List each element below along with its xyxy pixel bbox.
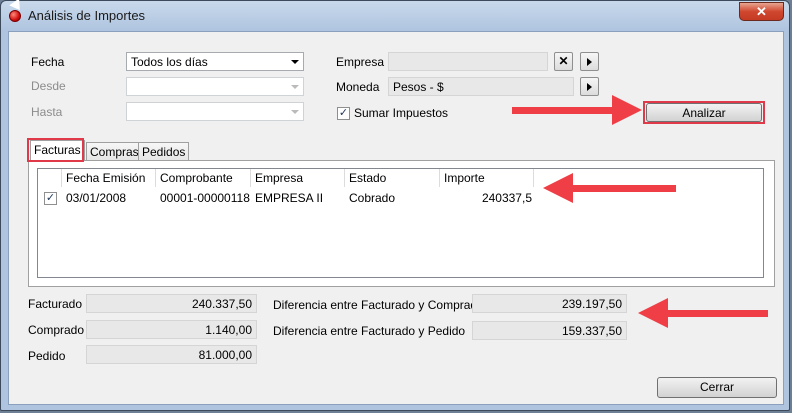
pedido-label: Pedido [28,349,66,363]
diferencia-comprado-value: 239.197,50 [472,294,627,313]
pedido-value: 81.000,00 [86,345,257,364]
tab-compras[interactable]: Compras [86,142,143,160]
app-window: Análisis de Importes ✕ Fecha Todos los d… [0,0,790,411]
analizar-button[interactable]: Analizar [646,103,762,122]
arrow-head [612,95,642,125]
moneda-value: Pesos - $ [393,80,444,94]
empresa-select-button[interactable] [580,52,599,71]
fecha-value: Todos los días [131,55,208,69]
close-icon: ✕ [756,4,767,19]
facturas-tab-highlight [27,138,84,162]
diferencia-pedido-value: 159.337,50 [472,321,627,340]
arrow-shaft [668,310,768,317]
desde-date-picker[interactable] [126,77,304,96]
sumar-impuestos-checkbox[interactable]: ✓ [337,107,350,120]
column-header-importe[interactable]: Importe [440,169,534,187]
check-icon: ✓ [338,107,349,119]
close-icon: ✕ [558,54,569,68]
cerrar-button[interactable]: Cerrar [657,377,777,398]
dialog-client-area: Fecha Todos los días Desde Hasta Empresa… [8,31,784,405]
annotation-arrow-left-summary [638,298,768,330]
arrow-head [543,173,573,203]
sumar-impuestos-label: Sumar Impuestos [354,106,449,120]
chevron-down-icon [291,85,299,89]
diferencia-comprado-label: Diferencia entre Facturado y Comprado [273,298,484,312]
cell-fecha-emision: 03/01/2008 [66,191,127,205]
chevron-down-icon [291,60,299,64]
play-arrow-icon [587,58,592,66]
moneda-field[interactable]: Pesos - $ [388,77,574,96]
column-header-estado[interactable]: Estado [345,169,440,187]
column-header-empresa[interactable]: Empresa [251,169,345,187]
cell-estado: Cobrado [349,191,396,205]
fecha-label: Fecha [31,55,65,69]
cell-comprobante: 00001-00000118 [160,191,250,205]
column-header-check[interactable] [38,169,62,187]
check-icon: ✓ [45,192,56,204]
chevron-down-icon [291,110,299,114]
hasta-date-picker[interactable] [126,102,304,121]
cell-empresa: EMPRESA II [255,191,324,205]
row-checkbox[interactable]: ✓ [44,192,57,205]
moneda-label: Moneda [336,80,380,94]
play-arrow-icon [587,83,592,91]
annotation-arrow-right [512,95,642,127]
desde-label: Desde [31,79,66,93]
empresa-label: Empresa [336,55,385,69]
close-window-button[interactable]: ✕ [739,2,784,21]
facturado-label: Facturado [28,297,83,311]
facturado-value: 240.337,50 [86,294,257,313]
comprado-value: 1.140,00 [86,320,257,339]
fecha-dropdown[interactable]: Todos los días [126,52,304,71]
moneda-select-button[interactable] [580,77,599,96]
hasta-label: Hasta [31,105,63,119]
empresa-clear-button[interactable]: ✕ [554,52,573,71]
cell-importe: 240337,5 [481,191,532,205]
window-title: Análisis de Importes [28,8,146,23]
column-header-comprobante[interactable]: Comprobante [156,169,251,187]
arrow-shaft [512,107,612,114]
empresa-field[interactable] [388,52,548,71]
diferencia-pedido-label: Diferencia entre Facturado y Pedido [273,324,466,338]
tab-pedidos[interactable]: Pedidos [138,142,190,160]
comprado-label: Comprado [28,323,85,337]
annotation-arrow-left-table [543,173,676,205]
arrow-shaft [573,185,676,192]
title-bar[interactable]: Análisis de Importes ✕ [1,1,789,31]
column-header-fecha-emision[interactable]: Fecha Emisión [62,169,156,187]
arrow-head [638,298,668,328]
